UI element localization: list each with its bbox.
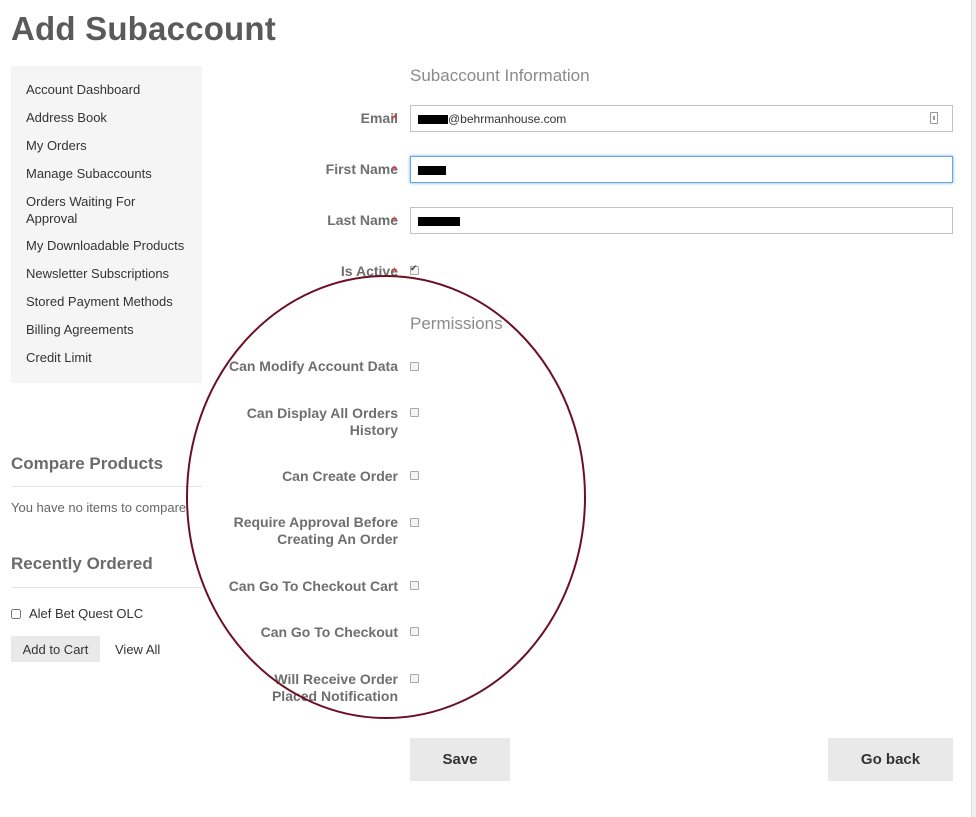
page-scrollbar[interactable] xyxy=(971,0,976,817)
sidebar-item-newsletter-subscriptions[interactable]: Newsletter Subscriptions xyxy=(26,265,196,282)
recently-ordered-divider xyxy=(11,587,202,588)
add-to-cart-button[interactable]: Add to Cart xyxy=(11,636,100,662)
contact-card-icon[interactable] xyxy=(930,112,938,124)
sidebar-item-billing-agreements[interactable]: Billing Agreements xyxy=(26,321,196,338)
perm-label-checkout-cart: Can Go To Checkout Cart xyxy=(228,578,398,594)
perm-label-order-placed-notification: Will Receive Order Placed Notification xyxy=(271,671,398,704)
recently-ordered-item[interactable]: Alef Bet Quest OLC xyxy=(11,606,143,621)
first-name-field[interactable] xyxy=(410,156,953,183)
sidebar-item-stored-payment-methods[interactable]: Stored Payment Methods xyxy=(26,293,196,310)
email-value: @behrmanhouse.com xyxy=(418,112,566,126)
sidebar-item-manage-subaccounts[interactable]: Manage Subaccounts xyxy=(26,165,196,182)
view-all-link[interactable]: View All xyxy=(115,642,160,657)
sidebar-item-address-book[interactable]: Address Book xyxy=(26,109,196,126)
annotation-oval-shape xyxy=(186,275,586,719)
last-name-label: Last Name xyxy=(327,212,398,228)
compare-empty-message: You have no items to compare. xyxy=(11,500,190,515)
perm-checkbox-create-order[interactable] xyxy=(410,471,419,480)
page-title: Add Subaccount xyxy=(11,10,276,47)
first-name-label: First Name xyxy=(325,161,398,177)
first-name-required-marker: * xyxy=(392,163,397,177)
email-field[interactable]: @behrmanhouse.com xyxy=(410,105,953,132)
perm-checkbox-display-all-orders-history[interactable] xyxy=(410,408,419,417)
last-name-value xyxy=(418,214,460,228)
recently-ordered-item-checkbox[interactable] xyxy=(11,608,21,619)
perm-label-create-order: Can Create Order xyxy=(282,468,398,484)
sidebar-item-orders-waiting-for-approval[interactable]: Orders Waiting For Approval xyxy=(26,193,156,227)
is-active-required-marker: * xyxy=(392,265,397,279)
is-active-label: Is Active xyxy=(340,263,398,279)
last-name-required-marker: * xyxy=(392,214,397,228)
is-active-checkbox[interactable] xyxy=(410,263,419,275)
compare-products-title: Compare Products xyxy=(11,454,164,473)
save-button[interactable]: Save xyxy=(410,738,510,781)
account-sidebar-nav: Account Dashboard Address Book My Orders… xyxy=(11,66,202,383)
permissions-title: Permissions xyxy=(410,314,503,333)
email-required-marker: * xyxy=(392,112,397,126)
perm-label-modify-account-data: Can Modify Account Data xyxy=(228,358,398,374)
sidebar-item-credit-limit[interactable]: Credit Limit xyxy=(26,349,196,366)
perm-label-display-all-orders-history: Can Display All Orders History xyxy=(246,405,398,438)
perm-checkbox-checkout[interactable] xyxy=(410,627,419,636)
perm-label-require-approval: Require Approval Before Creating An Orde… xyxy=(233,514,398,547)
perm-label-checkout: Can Go To Checkout xyxy=(260,624,398,640)
perm-checkbox-checkout-cart[interactable] xyxy=(410,581,419,590)
subaccount-information-title: Subaccount Information xyxy=(410,66,590,85)
last-name-field[interactable] xyxy=(410,207,953,234)
perm-checkbox-order-placed-notification[interactable] xyxy=(410,674,419,683)
sidebar-item-my-orders[interactable]: My Orders xyxy=(26,137,196,154)
recently-ordered-item-label: Alef Bet Quest OLC xyxy=(29,606,144,621)
sidebar-item-account-dashboard[interactable]: Account Dashboard xyxy=(26,81,196,98)
redacted-text xyxy=(418,217,460,227)
sidebar-item-my-downloadable-products[interactable]: My Downloadable Products xyxy=(26,237,196,254)
recently-ordered-title: Recently Ordered xyxy=(11,554,153,573)
perm-checkbox-require-approval[interactable] xyxy=(410,518,419,527)
first-name-value xyxy=(418,163,446,177)
perm-checkbox-modify-account-data[interactable] xyxy=(410,362,419,371)
redacted-text xyxy=(418,166,446,176)
compare-divider xyxy=(11,486,202,487)
redacted-text xyxy=(418,115,448,125)
go-back-button[interactable]: Go back xyxy=(828,738,953,781)
